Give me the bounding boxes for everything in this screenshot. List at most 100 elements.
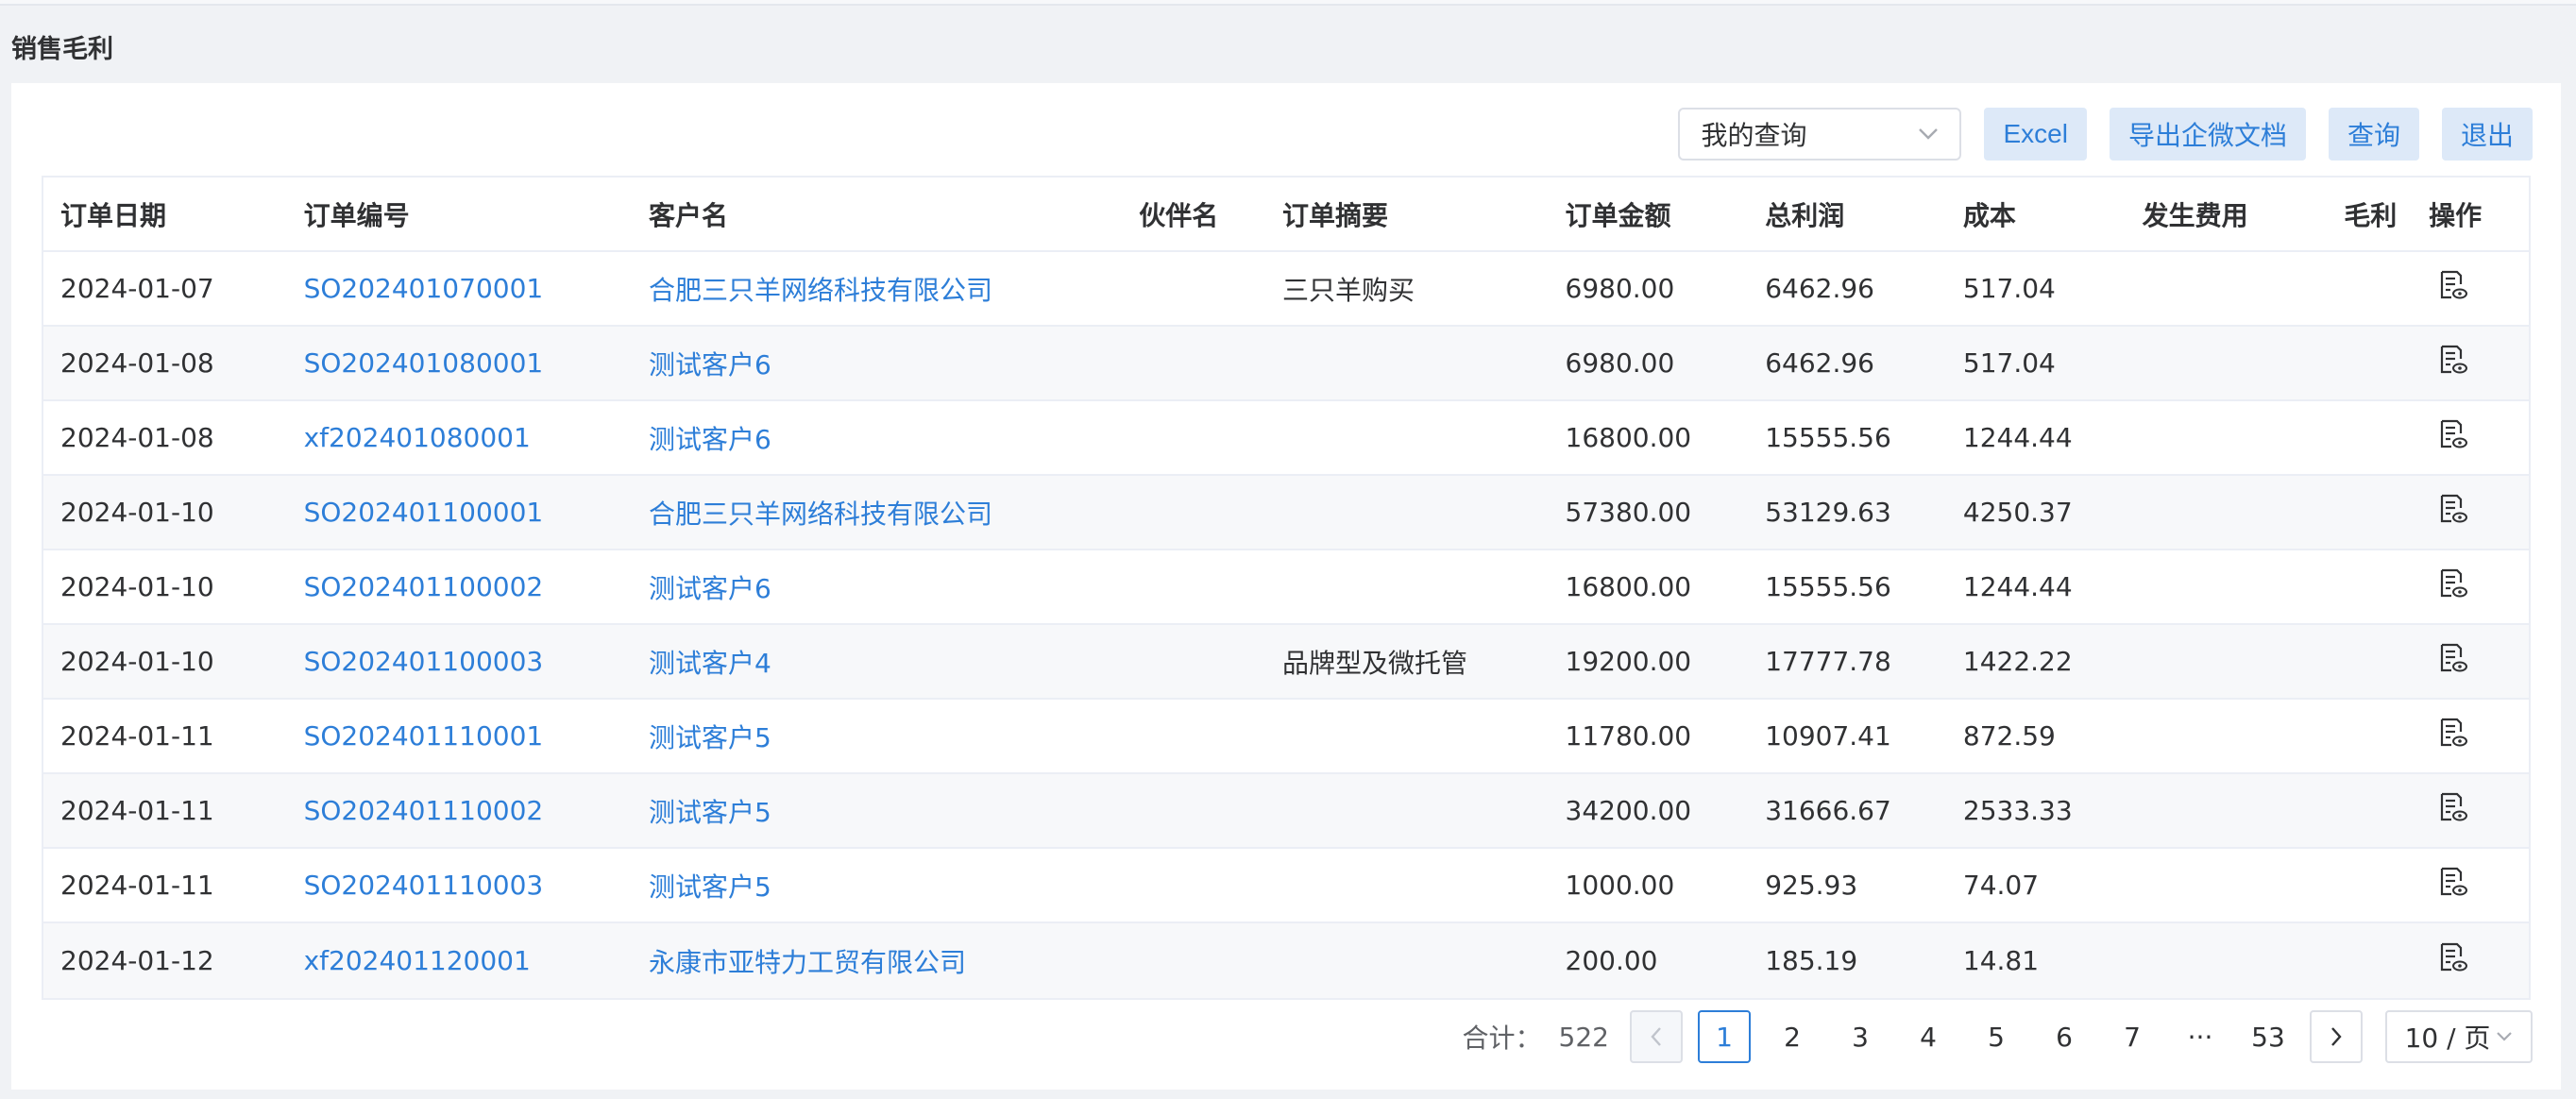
- order-number-cell[interactable]: SO202401110002: [287, 795, 632, 826]
- column-header: 操作: [2429, 199, 2483, 231]
- operation-cell: [2412, 344, 2529, 382]
- order-number-cell[interactable]: SO202401080001: [287, 347, 632, 379]
- customer-name-cell[interactable]: 测试客户5: [632, 867, 1122, 905]
- document-view-icon[interactable]: [2436, 269, 2468, 301]
- operation-cell: [2412, 642, 2529, 681]
- order-summary-cell: 品牌型及微托管: [1281, 647, 1467, 679]
- order-number-cell[interactable]: xf202401080001: [287, 422, 632, 453]
- page-number-button[interactable]: 53: [2242, 1010, 2295, 1063]
- total-label: 合计：: [1462, 1023, 1542, 1054]
- page-number-button[interactable]: 7: [2106, 1010, 2159, 1063]
- order-amount-cell: 34200.00: [1565, 795, 1692, 826]
- page-numbers: 1 2 3 4 5 6 7 ··· 53: [1683, 1010, 2295, 1063]
- order-number-cell[interactable]: SO202401110001: [287, 720, 632, 752]
- operation-cell: [2412, 493, 2529, 532]
- column-header: 伙伴名: [1139, 199, 1219, 231]
- customer-name-cell[interactable]: 测试客户6: [632, 568, 1122, 606]
- cost-cell: 1244.44: [1962, 571, 2073, 602]
- order-amount-cell: 16800.00: [1565, 422, 1692, 453]
- operation-cell: [2412, 791, 2529, 830]
- order-number-cell[interactable]: SO202401070001: [287, 273, 632, 304]
- order-amount-cell: 200.00: [1565, 945, 1658, 976]
- chevron-left-icon: [1651, 1027, 1661, 1046]
- total-profit-cell: 15555.56: [1765, 422, 1891, 453]
- table-row: 2024-01-11 SO202401110003 测试客户5 1000.00 925.…: [43, 849, 2529, 923]
- order-amount-cell: 57380.00: [1565, 497, 1692, 528]
- order-date-cell: 2024-01-11: [60, 795, 214, 826]
- customer-name-cell[interactable]: 测试客户6: [632, 345, 1122, 382]
- query-select[interactable]: 我的查询: [1678, 108, 1962, 161]
- page-size-select[interactable]: 10 / 页: [2385, 1010, 2533, 1063]
- table-row: 2024-01-10 SO202401100003 测试客户4 品牌型及微托管 1920…: [43, 625, 2529, 700]
- export-wecom-doc-button[interactable]: 导出企微文档: [2109, 108, 2306, 161]
- next-page-button[interactable]: [2310, 1010, 2363, 1063]
- page-number-button[interactable]: 4: [1902, 1010, 1955, 1063]
- document-view-icon[interactable]: [2436, 642, 2468, 674]
- table-row: 2024-01-11 SO202401110001 测试客户5 11780.00 109…: [43, 700, 2529, 774]
- total-profit-cell: 925.93: [1765, 870, 1858, 901]
- column-header: 订单编号: [303, 199, 410, 231]
- customer-name-cell[interactable]: 测试客户5: [632, 718, 1122, 755]
- document-view-icon[interactable]: [2436, 493, 2468, 525]
- order-amount-cell: 11780.00: [1565, 720, 1692, 752]
- cost-cell: 1244.44: [1962, 422, 2073, 453]
- cost-cell: 872.59: [1962, 720, 2056, 752]
- page-number-button[interactable]: 5: [1970, 1010, 2023, 1063]
- column-header: 订单摘要: [1281, 199, 1388, 231]
- order-date-cell: 2024-01-08: [60, 347, 214, 379]
- page-number-button[interactable]: 2: [1766, 1010, 1819, 1063]
- order-number-cell[interactable]: SO202401100002: [287, 571, 632, 602]
- cost-cell: 4250.37: [1962, 497, 2073, 528]
- chevron-right-icon: [2331, 1027, 2342, 1046]
- total-profit-cell: 17777.78: [1765, 646, 1891, 677]
- cost-cell: 517.04: [1962, 347, 2056, 379]
- document-view-icon[interactable]: [2436, 344, 2468, 376]
- customer-name-cell[interactable]: 测试客户6: [632, 419, 1122, 457]
- order-date-cell: 2024-01-10: [60, 497, 214, 528]
- customer-name-cell[interactable]: 合肥三只羊网络科技有限公司: [632, 494, 1122, 532]
- column-header: 订单金额: [1565, 199, 1671, 231]
- document-view-icon[interactable]: [2436, 791, 2468, 823]
- toolbar: 我的查询 Excel 导出企微文档 查询 退出: [1678, 108, 2533, 161]
- total-profit-cell: 53129.63: [1765, 497, 1891, 528]
- document-view-icon[interactable]: [2436, 567, 2468, 600]
- order-number-cell[interactable]: xf202401120001: [287, 945, 632, 976]
- column-header: 订单日期: [60, 199, 167, 231]
- order-number-cell[interactable]: SO202401100001: [287, 497, 632, 528]
- chevron-down-icon: [2497, 1032, 2513, 1041]
- operation-cell: [2412, 418, 2529, 457]
- order-date-cell: 2024-01-10: [60, 646, 214, 677]
- order-amount-cell: 16800.00: [1565, 571, 1692, 602]
- order-amount-cell: 19200.00: [1565, 646, 1692, 677]
- page-ellipsis[interactable]: ···: [2174, 1010, 2227, 1063]
- page-title: 销售毛利: [11, 35, 113, 64]
- query-button[interactable]: 查询: [2328, 108, 2419, 161]
- page-number-button[interactable]: 3: [1834, 1010, 1887, 1063]
- order-date-cell: 2024-01-08: [60, 422, 214, 453]
- document-view-icon[interactable]: [2436, 866, 2468, 898]
- total-profit-cell: 10907.41: [1765, 720, 1891, 752]
- operation-cell: [2412, 717, 2529, 755]
- customer-name-cell[interactable]: 合肥三只羊网络科技有限公司: [632, 270, 1122, 308]
- query-select-value: 我的查询: [1701, 120, 1807, 151]
- exit-button[interactable]: 退出: [2441, 108, 2533, 161]
- page-number-button[interactable]: 6: [2038, 1010, 2091, 1063]
- total-count: 522: [1558, 1021, 1609, 1053]
- document-view-icon[interactable]: [2436, 418, 2468, 450]
- order-number-cell[interactable]: SO202401100003: [287, 646, 632, 677]
- order-number-cell[interactable]: SO202401110003: [287, 870, 632, 901]
- total-profit-cell: 6462.96: [1765, 347, 1874, 379]
- order-date-cell: 2024-01-12: [60, 945, 214, 976]
- table-header-row: 订单日期 订单编号 客户名 伙伴名 订单摘要 订单金额 总利润 成本 发生费用 毛利 操作: [43, 178, 2529, 252]
- page-number-button[interactable]: 1: [1698, 1010, 1751, 1063]
- excel-button[interactable]: Excel: [1984, 108, 2087, 161]
- operation-cell: [2412, 866, 2529, 905]
- customer-name-cell[interactable]: 测试客户4: [632, 643, 1122, 681]
- customer-name-cell[interactable]: 测试客户5: [632, 792, 1122, 830]
- customer-name-cell[interactable]: 永康市亚特力工贸有限公司: [632, 942, 1122, 980]
- prev-page-button[interactable]: [1630, 1010, 1683, 1063]
- column-header: 毛利: [2344, 199, 2398, 231]
- cost-cell: 74.07: [1962, 870, 2040, 901]
- document-view-icon[interactable]: [2436, 941, 2468, 973]
- document-view-icon[interactable]: [2436, 717, 2468, 749]
